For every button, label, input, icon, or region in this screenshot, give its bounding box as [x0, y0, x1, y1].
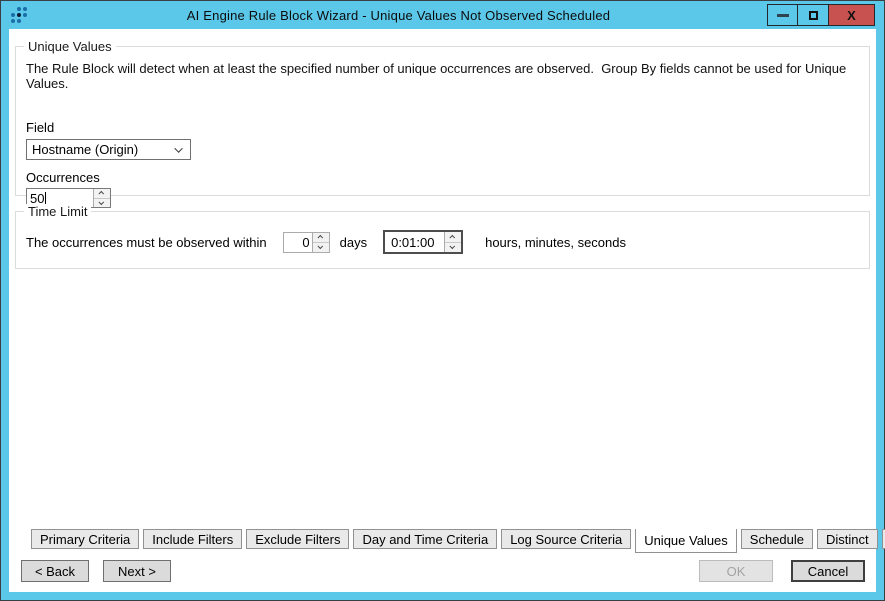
maximize-icon	[809, 11, 818, 20]
unique-values-groupbox: Unique Values The Rule Block will detect…	[15, 46, 870, 196]
tab-information[interactable]: Information	[882, 529, 885, 549]
time-value: 0:01:00	[385, 232, 444, 252]
occurrences-label: Occurrences	[26, 170, 859, 185]
field-dropdown[interactable]: Hostname (Origin)	[26, 139, 191, 160]
spin-down-icon	[98, 199, 104, 205]
tab-primary-criteria[interactable]: Primary Criteria	[31, 529, 139, 549]
ok-button[interactable]: OK	[699, 560, 773, 582]
cancel-button[interactable]: Cancel	[791, 560, 865, 582]
text-caret	[45, 192, 46, 205]
unique-values-description: The Rule Block will detect when at least…	[26, 61, 859, 91]
spin-up-icon	[98, 191, 104, 197]
back-button[interactable]: < Back	[21, 560, 89, 582]
next-button[interactable]: Next >	[103, 560, 171, 582]
tab-log-source-criteria[interactable]: Log Source Criteria	[501, 529, 631, 549]
spin-down-icon	[450, 244, 456, 250]
tab-distinct[interactable]: Distinct	[817, 529, 878, 549]
days-input[interactable]: 0	[283, 232, 330, 253]
days-value: 0	[284, 233, 312, 252]
time-limit-legend: Time Limit	[24, 204, 91, 219]
time-limit-prefix: The occurrences must be observed within	[26, 235, 267, 250]
wizard-window: AI Engine Rule Block Wizard - Unique Val…	[0, 0, 885, 601]
tab-day-and-time-criteria[interactable]: Day and Time Criteria	[353, 529, 497, 549]
tab-exclude-filters[interactable]: Exclude Filters	[246, 529, 349, 549]
content-spacer	[9, 269, 876, 529]
dialog-content: Unique Values The Rule Block will detect…	[9, 29, 876, 592]
spin-up-icon	[317, 235, 323, 241]
close-icon: X	[847, 9, 856, 22]
time-input[interactable]: 0:01:00	[383, 230, 463, 254]
tab-unique-values[interactable]: Unique Values	[635, 529, 737, 553]
occurrences-spin-up-button[interactable]	[94, 189, 110, 199]
tab-include-filters[interactable]: Include Filters	[143, 529, 242, 549]
close-button[interactable]: X	[829, 4, 875, 26]
minimize-icon	[777, 14, 789, 17]
spin-down-icon	[317, 243, 323, 249]
spin-up-icon	[450, 235, 456, 241]
app-logo-icon	[8, 5, 30, 25]
field-dropdown-value: Hostname (Origin)	[32, 142, 177, 157]
field-label: Field	[26, 120, 859, 135]
button-row: < Back Next > OK Cancel	[9, 553, 876, 592]
time-limit-groupbox: Time Limit The occurrences must be obser…	[15, 211, 870, 269]
days-spin-down-button[interactable]	[313, 243, 329, 252]
window-title: AI Engine Rule Block Wizard - Unique Val…	[30, 8, 767, 23]
unique-values-legend: Unique Values	[24, 39, 116, 54]
title-bar[interactable]: AI Engine Rule Block Wizard - Unique Val…	[1, 1, 884, 29]
maximize-button[interactable]	[798, 4, 829, 26]
days-spin-up-button[interactable]	[313, 233, 329, 243]
occurrences-spin-down-button[interactable]	[94, 199, 110, 208]
days-label: days	[340, 235, 367, 250]
tab-schedule[interactable]: Schedule	[741, 529, 813, 549]
minimize-button[interactable]	[767, 4, 798, 26]
time-spin-down-button[interactable]	[445, 243, 461, 253]
tab-strip: Primary CriteriaInclude FiltersExclude F…	[31, 529, 876, 553]
time-spin-up-button[interactable]	[445, 232, 461, 243]
time-units-label: hours, minutes, seconds	[485, 235, 626, 250]
